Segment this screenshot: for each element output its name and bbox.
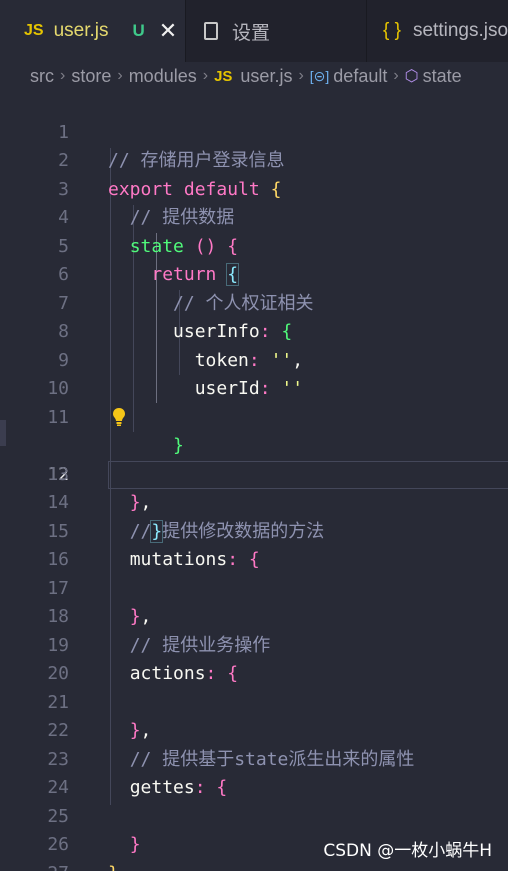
code-line: 24	[0, 746, 508, 798]
chevron-right-icon: ›	[202, 67, 209, 84]
code-line: 8 token: '',	[0, 290, 508, 371]
chevron-right-icon: ›	[60, 67, 66, 84]
code-line: 15 mutations: {	[0, 489, 508, 571]
breadcrumb-item-modules[interactable]: modules	[129, 66, 197, 87]
code-line: 4 state () {	[0, 176, 508, 257]
tab-label: 设置	[232, 22, 271, 44]
cube-icon: ⬡	[404, 68, 419, 85]
tab-settings[interactable]: 设置	[186, 0, 366, 62]
code-line: 6 // 个人权证相关	[0, 233, 508, 314]
breadcrumb-item-file[interactable]: user.js	[240, 66, 292, 87]
code-line: 18 // 提供业务操作	[0, 575, 508, 656]
code-line: 13 },	[0, 432, 508, 514]
chevron-right-icon: ›	[117, 67, 123, 84]
json-file-icon: { }	[383, 20, 401, 41]
code-line: 10	[0, 347, 508, 399]
breadcrumb-item-store[interactable]: store	[71, 66, 111, 87]
file-icon	[204, 22, 218, 40]
chevron-right-icon: ›	[393, 67, 399, 84]
breadcrumb-item-default[interactable]: default	[333, 66, 387, 87]
tab-label: settings.json	[412, 20, 508, 41]
code-line: 5 return {	[0, 204, 508, 286]
breadcrumb: src › store › modules › JS user.js › [⊝]…	[0, 62, 508, 90]
code-line: 7 userInfo: {	[0, 261, 508, 343]
code-line: 11 }	[0, 375, 508, 457]
line-number: 27	[0, 860, 69, 871]
code-line: 16	[0, 518, 508, 570]
code-line: 22 // 提供基于state派生出来的属性	[0, 689, 508, 770]
code-line: 3 // 提供数据	[0, 147, 508, 229]
code-line: 17 },	[0, 546, 508, 628]
javascript-file-icon: JS	[24, 22, 44, 39]
code-line: 23 gettes: {	[0, 717, 508, 799]
tab-settings-json[interactable]: { } settings.json	[367, 0, 508, 62]
code-line: 26 }	[0, 803, 508, 871]
breadcrumb-item-src[interactable]: src	[30, 66, 54, 87]
tab-user-js[interactable]: JS user.js U ✕	[0, 0, 185, 62]
lightbulb-icon[interactable]	[112, 407, 126, 427]
watermark: CSDN @一枚小蜗牛H	[323, 841, 492, 861]
code-line: 25 }	[0, 774, 508, 856]
code-line: 14 // 提供修改数据的方法	[0, 461, 508, 542]
javascript-file-icon: JS	[214, 67, 233, 85]
code-line: 19 actions: {	[0, 603, 508, 685]
code-line: 2 export default {	[0, 119, 508, 200]
code-line-current: 12 }	[0, 404, 508, 543]
tab-bar: JS user.js U ✕ 设置 { } settings.json	[0, 0, 508, 62]
close-icon[interactable]: ✕	[159, 18, 177, 44]
untracked-badge: U	[132, 21, 145, 40]
symbol-module-icon: [⊝]	[309, 67, 330, 84]
tab-label: user.js	[53, 20, 109, 41]
code-line: 21 },	[0, 660, 508, 742]
code-line: 1 // 存储用户登录信息	[0, 90, 508, 172]
breadcrumb-item-state[interactable]: state	[423, 66, 462, 87]
chevron-right-icon: ›	[298, 67, 304, 84]
code-line: 20	[0, 632, 508, 684]
code-line: 9 userId: ''	[0, 318, 508, 400]
code-editor[interactable]: 1 // 存储用户登录信息 2 export default { 3 // 提供…	[0, 90, 508, 871]
